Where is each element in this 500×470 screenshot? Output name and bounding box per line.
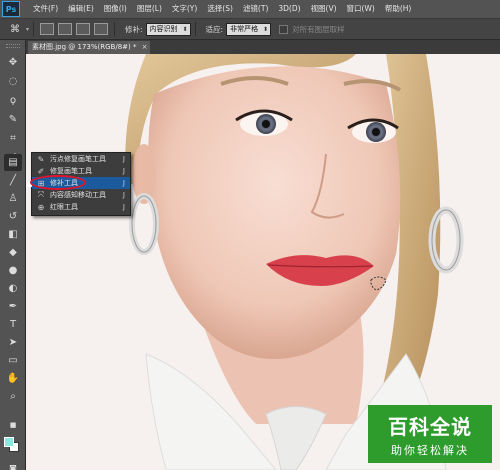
menu-edit[interactable]: 编辑(E) [63, 0, 99, 18]
zoom-tool-icon[interactable]: ⌕ [4, 388, 22, 405]
intersect-selection-icon[interactable] [94, 23, 109, 35]
document-tab[interactable]: 素材图.jpg @ 173%(RGB/8#) * × [28, 41, 151, 54]
repair-mode-value: 内容识别 [149, 24, 178, 33]
pen-tool-icon[interactable]: ✒ [4, 298, 22, 315]
tool-preset-picker[interactable]: ⌘ [4, 21, 26, 37]
annotation-ring [30, 175, 86, 190]
clone-stamp-tool-icon[interactable]: ♙ [4, 190, 22, 207]
path-selection-tool-icon[interactable]: ➤ [4, 334, 22, 351]
flyout-item-label: 内容感知移动工具 [50, 191, 106, 199]
separator [33, 22, 35, 36]
gradient-tool-icon[interactable]: ◆ [4, 244, 22, 261]
add-to-selection-icon[interactable] [58, 23, 73, 35]
menu-list: 文件(F) 编辑(E) 图像(I) 图层(L) 文字(Y) 选择(S) 滤镜(T… [28, 0, 416, 18]
chevron-down-icon: ⬍ [182, 25, 188, 33]
adapt-label: 适应: [205, 24, 224, 34]
close-icon[interactable]: × [142, 41, 148, 54]
patch-tool-icon: ⌘ [10, 23, 20, 35]
shortcut-key: J [122, 203, 125, 211]
menu-3d[interactable]: 3D(D) [273, 0, 305, 18]
document-tab-bar: 素材图.jpg @ 173%(RGB/8#) * × [26, 40, 500, 54]
menu-window[interactable]: 窗口(W) [342, 0, 380, 18]
quick-selection-tool-icon[interactable]: ✎ [4, 111, 22, 128]
watermark-title: 百科全说 [388, 414, 472, 439]
chevron-down-icon: ▾ [26, 25, 30, 33]
flyout-item-content-aware-move[interactable]: ⤧ 内容感知移动工具 J [32, 189, 130, 201]
separator [194, 22, 196, 36]
menu-help[interactable]: 帮助(H) [380, 0, 417, 18]
chevron-down-icon: ⬍ [263, 25, 269, 33]
menu-bar: Ps 文件(F) 编辑(E) 图像(I) 图层(L) 文字(Y) 选择(S) 滤… [0, 0, 500, 18]
adapt-select[interactable]: 非常严格 ⬍ [226, 22, 272, 36]
subtract-from-selection-icon[interactable] [76, 23, 91, 35]
tools-panel: ✥ ◌ ϙ ✎ ⌗ ⁄ ▤ ╱ ♙ ↺ ◧ ◆ ● ◐ ✒ T ➤ ▭ ✋ ⌕ … [0, 40, 26, 470]
history-brush-tool-icon[interactable]: ↺ [4, 208, 22, 225]
panel-grip[interactable] [6, 44, 20, 48]
shortcut-key: J [122, 167, 125, 175]
repair-mode-select[interactable]: 内容识别 ⬍ [145, 22, 191, 36]
menu-file[interactable]: 文件(F) [28, 0, 63, 18]
shortcut-key: J [122, 179, 125, 187]
photoshop-logo: Ps [2, 1, 20, 17]
lasso-tool-icon[interactable]: ϙ [4, 92, 22, 109]
repair-label: 修补: [125, 24, 143, 34]
healing-brush-icon: ✐ [37, 166, 45, 176]
flyout-item-spot-healing-brush[interactable]: ✎ 污点修复画笔工具 J [32, 153, 130, 165]
menu-image[interactable]: 图像(I) [99, 0, 132, 18]
flyout-item-label: 污点修复画笔工具 [50, 155, 106, 163]
default-colors-icon[interactable]: ■ [4, 416, 22, 433]
options-bar: ⌘ ▾ 修补: 内容识别 ⬍ 适应: 非常严格 ⬍ 对所有图层取样 [0, 18, 500, 40]
shortcut-key: J [122, 191, 125, 199]
menu-select[interactable]: 选择(S) [202, 0, 238, 18]
menu-filter[interactable]: 滤镜(T) [238, 0, 273, 18]
menu-view[interactable]: 视图(V) [306, 0, 342, 18]
shape-tool-icon[interactable]: ▭ [4, 352, 22, 369]
dodge-tool-icon[interactable]: ◐ [4, 280, 22, 297]
new-selection-icon[interactable] [40, 23, 55, 35]
type-tool-icon[interactable]: T [4, 316, 22, 333]
sample-all-layers-label: 对所有图层取样 [292, 24, 345, 34]
sample-all-layers-checkbox[interactable] [279, 24, 289, 34]
menu-layer[interactable]: 图层(L) [132, 0, 167, 18]
menu-type[interactable]: 文字(Y) [167, 0, 202, 18]
marquee-tool-icon[interactable]: ◌ [4, 73, 22, 90]
flyout-item-red-eye[interactable]: ⊕ 红眼工具 J [32, 201, 130, 213]
crop-tool-icon[interactable]: ⌗ [4, 130, 22, 147]
healing-tool-icon[interactable]: ▤ [4, 154, 22, 171]
red-eye-icon: ⊕ [37, 202, 45, 212]
brush-tool-icon[interactable]: ╱ [4, 172, 22, 189]
content-aware-move-icon: ⤧ [37, 190, 45, 199]
foreground-color-swatch[interactable] [4, 437, 14, 447]
shortcut-key: J [122, 155, 125, 163]
watermark-subtitle: 助你轻松解决 [391, 443, 469, 457]
quick-mask-icon[interactable]: ◙ [4, 460, 22, 470]
hand-tool-icon[interactable]: ✋ [4, 370, 22, 387]
eraser-tool-icon[interactable]: ◧ [4, 226, 22, 243]
blur-tool-icon[interactable]: ● [4, 262, 22, 279]
flyout-item-label: 红眼工具 [50, 203, 78, 211]
move-tool-icon[interactable]: ✥ [4, 54, 22, 71]
watermark-badge: 百科全说 助你轻松解决 [368, 405, 492, 463]
document-tab-title: 素材图.jpg @ 173%(RGB/8#) * [32, 43, 137, 51]
spot-healing-brush-icon: ✎ [37, 154, 45, 164]
adapt-value: 非常严格 [230, 24, 259, 33]
separator [114, 22, 116, 36]
